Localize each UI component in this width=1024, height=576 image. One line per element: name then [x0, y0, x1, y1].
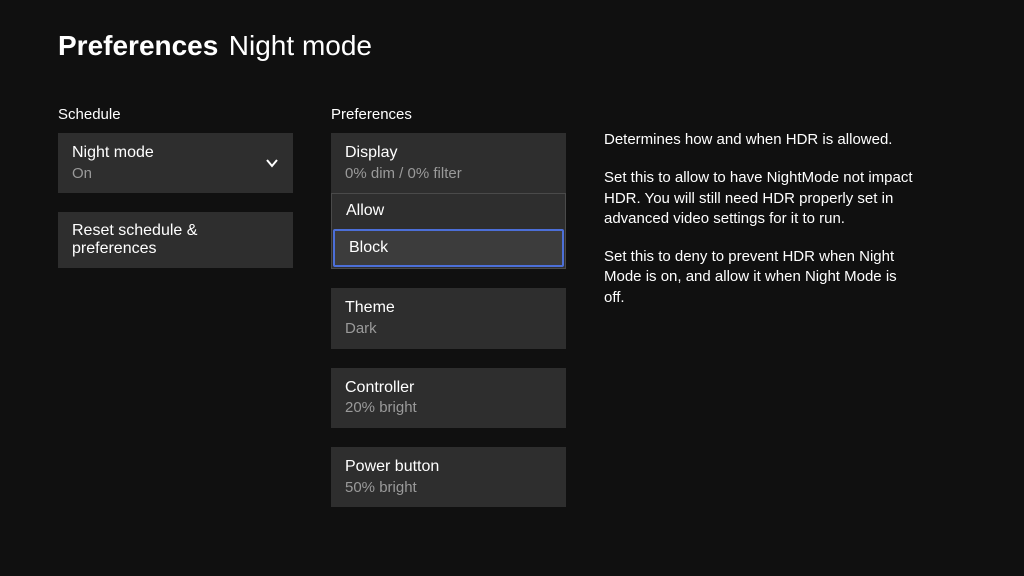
- night-mode-dropdown[interactable]: Night mode On: [58, 133, 293, 193]
- schedule-label: Schedule: [58, 106, 293, 123]
- spacer: [331, 352, 566, 368]
- night-mode-title: Night mode: [72, 143, 154, 164]
- theme-setting[interactable]: Theme Dark: [331, 288, 566, 348]
- help-paragraph-3: Set this to deny to prevent HDR when Nig…: [604, 247, 914, 308]
- display-value: 0% dim / 0% filter: [345, 164, 462, 184]
- preferences-label: Preferences: [331, 106, 566, 123]
- controller-setting[interactable]: Controller 20% bright: [331, 368, 566, 428]
- reset-schedule-button[interactable]: Reset schedule & preferences: [58, 212, 293, 268]
- hdr-dropdown-panel: Allow Block: [331, 193, 566, 269]
- spacer: [58, 196, 293, 212]
- help-panel: Determines how and when HDR is allowed. …: [604, 106, 914, 510]
- chevron-down-icon: [265, 156, 279, 170]
- power-button-setting[interactable]: Power button 50% bright: [331, 447, 566, 507]
- content-area: Schedule Night mode On Reset schedule & …: [0, 62, 1024, 510]
- night-mode-value: On: [72, 164, 154, 184]
- power-title: Power button: [345, 457, 439, 478]
- theme-value: Dark: [345, 319, 395, 339]
- help-paragraph-1: Determines how and when HDR is allowed.: [604, 130, 914, 150]
- display-setting[interactable]: Display 0% dim / 0% filter: [331, 133, 566, 193]
- spacer: [331, 272, 566, 288]
- help-paragraph-2: Set this to allow to have NightMode not …: [604, 168, 914, 229]
- reset-label: Reset schedule & preferences: [72, 222, 279, 258]
- page-title: Preferences: [58, 30, 218, 61]
- theme-title: Theme: [345, 298, 395, 319]
- preferences-column: Preferences Display 0% dim / 0% filter A…: [331, 106, 566, 510]
- controller-title: Controller: [345, 378, 417, 399]
- display-title: Display: [345, 143, 462, 164]
- power-value: 50% bright: [345, 478, 439, 498]
- hdr-option-block[interactable]: Block: [333, 229, 564, 267]
- page-subtitle: Night mode: [229, 30, 372, 61]
- hdr-option-allow[interactable]: Allow: [332, 194, 565, 228]
- schedule-column: Schedule Night mode On Reset schedule & …: [58, 106, 293, 510]
- page-header: Preferences Night mode: [0, 0, 1024, 62]
- controller-value: 20% bright: [345, 398, 417, 418]
- spacer: [331, 431, 566, 447]
